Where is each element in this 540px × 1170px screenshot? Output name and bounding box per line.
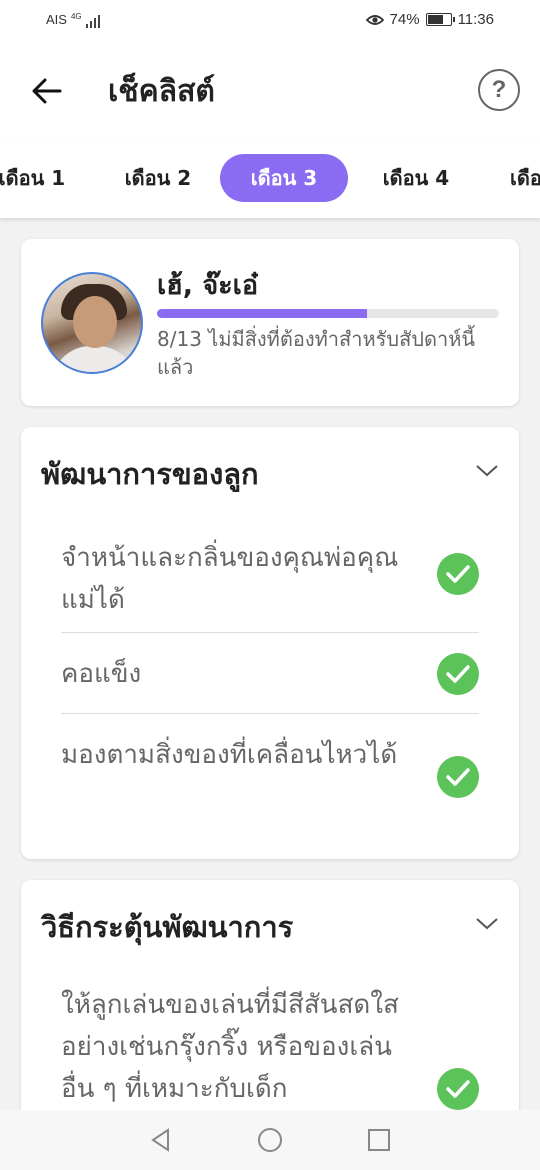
chevron-down-icon [476, 918, 498, 930]
carrier-indicator: AIS 4G [46, 12, 100, 28]
section-title: วิธีกระตุ้นพัฒนาการ [41, 910, 294, 944]
item-text: ให้ลูกเล่นของเล่นที่มีสีสันสดใสอย่างเช่น… [61, 990, 399, 1104]
collapse-button[interactable] [473, 457, 501, 485]
item-text: มองตามสิ่งของที่เคลื่อนไหวได้ [61, 740, 398, 770]
check-icon[interactable] [437, 1068, 479, 1110]
eye-icon [365, 14, 384, 25]
square-recents-icon[interactable] [367, 1128, 391, 1152]
progress-bar [157, 309, 499, 318]
signal-icon [85, 14, 100, 28]
battery-icon [425, 13, 455, 26]
check-icon[interactable] [437, 756, 479, 798]
question-circle-icon: ? [491, 76, 507, 103]
status-right: 74% 11:36 [365, 11, 494, 28]
progress-text: 8/13 ไม่มีสิ่งที่ต้องทำสำหรับสัปดาห์นี้แ… [157, 327, 476, 379]
network-type: 4G [70, 12, 82, 21]
check-icon[interactable] [437, 553, 479, 595]
app-bar: เช็คลิสต์ ? [0, 44, 540, 138]
status-bar: AIS 4G 74% 11:36 [0, 0, 540, 44]
battery-percent: 74% [389, 11, 420, 28]
section-title: พัฒนาการของลูก [41, 457, 259, 491]
item-text: คอแข็ง [61, 659, 142, 689]
page-title: เช็คลิสต์ [108, 74, 215, 109]
month-tabs: เดือน 1 เดือน 2 เดือน 3 เดือน 4 เดือ [0, 138, 540, 218]
chevron-down-icon [476, 465, 498, 477]
collapse-button[interactable] [473, 910, 501, 938]
item-text: จำหน้าและกลิ่นของคุณพ่อคุณแม่ได้ [61, 543, 399, 615]
check-icon[interactable] [437, 653, 479, 695]
checklist-item[interactable]: คอแข็ง [61, 633, 479, 714]
tab-month-5[interactable]: เดือ [498, 154, 540, 202]
help-button[interactable]: ? [478, 69, 520, 111]
system-nav-bar [0, 1110, 540, 1170]
back-button[interactable] [22, 66, 72, 116]
profile-card: เฮ้, จ๊ะเอ๋ 8/13 ไม่มีสิ่งที่ต้องทำสำหรั… [21, 239, 519, 406]
tab-month-1[interactable]: เดือน 1 [0, 154, 78, 202]
checklist-item[interactable]: มองตามสิ่งของที่เคลื่อนไหวได้ [61, 714, 479, 834]
tab-month-3[interactable]: เดือน 3 [220, 154, 348, 202]
tab-month-2[interactable]: เดือน 2 [112, 154, 204, 202]
tab-month-4[interactable]: เดือน 4 [370, 154, 462, 202]
circle-home-icon[interactable] [257, 1127, 283, 1153]
avatar [41, 272, 143, 374]
carrier-name: AIS [46, 12, 67, 27]
checklist-item[interactable]: จำหน้าและกลิ่นของคุณพ่อคุณแม่ได้ [61, 527, 479, 633]
child-name: เฮ้, จ๊ะเอ๋ [157, 270, 259, 301]
clock: 11:36 [457, 11, 494, 28]
triangle-back-icon[interactable] [149, 1128, 173, 1152]
section-development: พัฒนาการของลูก จำหน้าและกลิ่นของคุณพ่อคุ… [21, 427, 519, 859]
arrow-left-icon [32, 78, 62, 104]
